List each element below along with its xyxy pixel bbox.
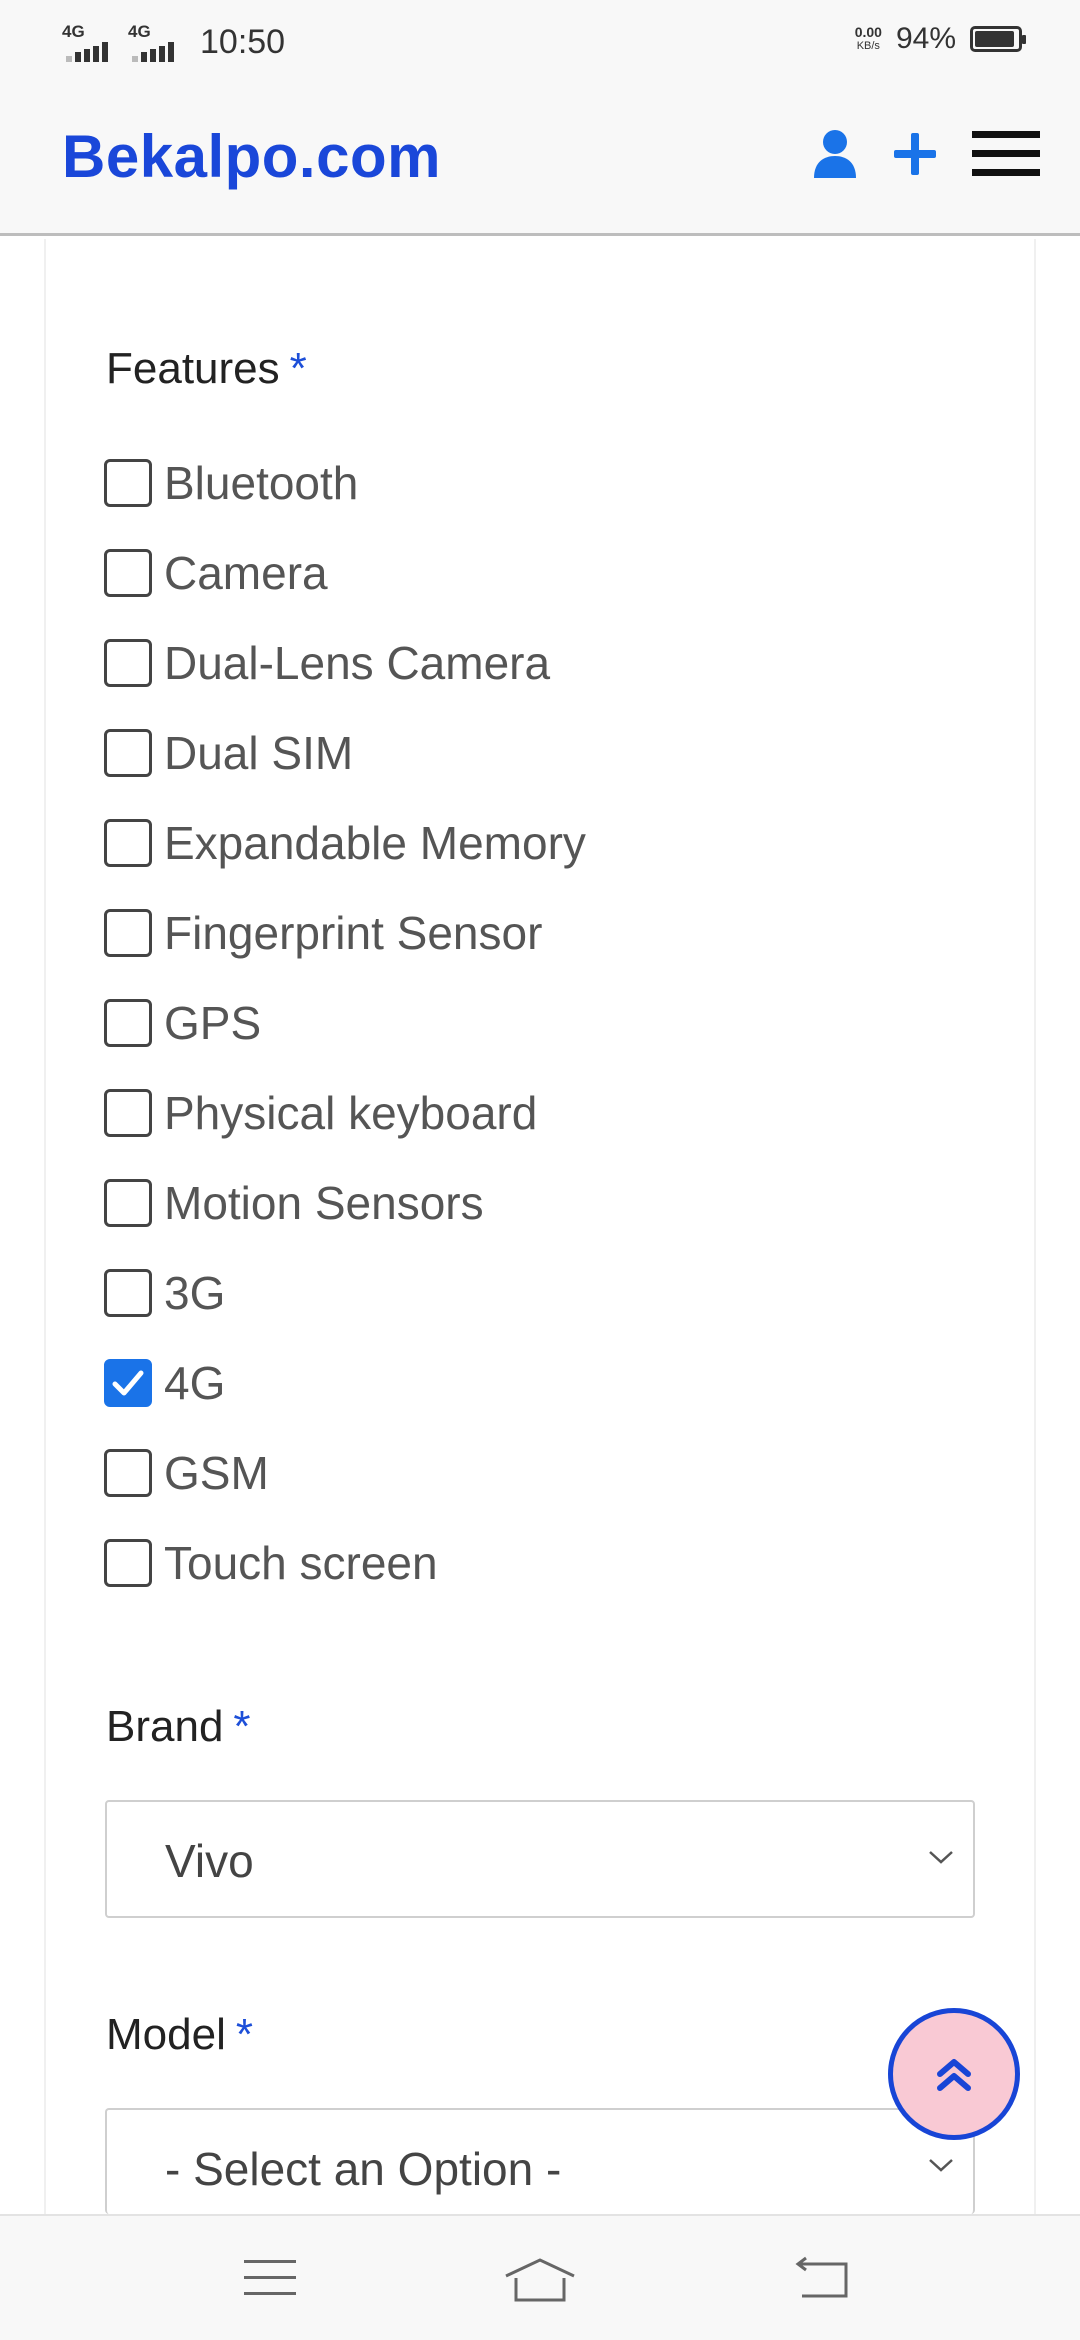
checkbox[interactable] <box>104 999 152 1047</box>
scroll-to-top-button[interactable] <box>888 2008 1020 2140</box>
feature-option[interactable]: Fingerprint Sensor <box>104 888 586 978</box>
feature-option[interactable]: Bluetooth <box>104 438 586 528</box>
signal-1-icon: 4G <box>62 22 110 62</box>
battery-fill <box>975 31 1015 47</box>
checkbox[interactable] <box>104 1449 152 1497</box>
feature-option-label: Camera <box>164 547 328 599</box>
checkbox[interactable] <box>104 1269 152 1317</box>
back-icon[interactable] <box>794 2256 850 2300</box>
chevron-down-icon <box>927 2156 955 2179</box>
feature-option-label: Fingerprint Sensor <box>164 907 543 959</box>
clock: 10:50 <box>200 22 286 61</box>
checkbox[interactable] <box>104 1179 152 1227</box>
feature-option-label: Physical keyboard <box>164 1087 538 1139</box>
battery-icon <box>970 26 1026 52</box>
site-header: Bekalpo.com <box>0 86 1080 236</box>
brand-select-value: Vivo <box>165 1835 254 1887</box>
network-type-2: 4G <box>128 22 151 41</box>
system-nav-bar <box>0 2214 1080 2340</box>
brand-select[interactable]: Vivo <box>105 1800 975 1918</box>
feature-option-label: GSM <box>164 1447 269 1499</box>
feature-option[interactable]: 4G <box>104 1338 586 1428</box>
features-label-text: Features <box>106 344 280 393</box>
header-actions <box>812 128 1040 180</box>
data-rate-unit: KB/s <box>856 40 880 52</box>
network-type-1: 4G <box>62 22 85 41</box>
data-rate-value: 0.00 <box>854 24 882 40</box>
required-mark: * <box>235 2010 253 2059</box>
feature-option[interactable]: GSM <box>104 1428 586 1518</box>
site-logo[interactable]: Bekalpo.com <box>62 122 441 191</box>
home-icon[interactable] <box>504 2256 576 2304</box>
checkbox[interactable] <box>104 819 152 867</box>
checkbox[interactable] <box>104 639 152 687</box>
required-mark: * <box>289 344 307 393</box>
user-icon[interactable] <box>812 128 858 180</box>
feature-option[interactable]: Dual SIM <box>104 708 586 798</box>
feature-option-label: Motion Sensors <box>164 1177 484 1229</box>
status-right: 0.00 KB/s 94% <box>855 22 1026 56</box>
checkbox-checked[interactable] <box>104 1359 152 1407</box>
feature-option[interactable]: GPS <box>104 978 586 1068</box>
model-label-text: Model <box>106 2010 226 2059</box>
features-label: Features * <box>106 344 307 394</box>
feature-option-label: Bluetooth <box>164 457 359 509</box>
brand-label-text: Brand <box>106 1702 224 1751</box>
feature-option[interactable]: Dual-Lens Camera <box>104 618 586 708</box>
plus-icon[interactable] <box>892 131 938 177</box>
status-left: 4G 4G 10:50 <box>62 22 285 62</box>
model-label: Model * <box>106 2010 253 2060</box>
double-chevron-up-icon <box>937 2059 971 2091</box>
checkbox[interactable] <box>104 459 152 507</box>
required-mark: * <box>233 1702 251 1751</box>
feature-option[interactable]: Expandable Memory <box>104 798 586 888</box>
chevron-down-icon <box>927 1848 955 1871</box>
checkbox[interactable] <box>104 1539 152 1587</box>
brand-label: Brand * <box>106 1702 251 1752</box>
feature-option[interactable]: Physical keyboard <box>104 1068 586 1158</box>
battery-percent: 94% <box>895 22 956 55</box>
feature-option-label: GPS <box>164 997 262 1049</box>
model-select-value: - Select an Option - <box>165 2143 562 2195</box>
checkbox[interactable] <box>104 549 152 597</box>
model-select[interactable]: - Select an Option - <box>105 2108 975 2214</box>
feature-option[interactable]: 3G <box>104 1248 586 1338</box>
feature-option-label: 3G <box>164 1267 226 1319</box>
feature-option[interactable]: Motion Sensors <box>104 1158 586 1248</box>
feature-option-label: Touch screen <box>164 1537 438 1589</box>
menu-icon[interactable] <box>244 2256 296 2300</box>
feature-option-label: Dual-Lens Camera <box>164 637 551 689</box>
feature-option[interactable]: Camera <box>104 528 586 618</box>
feature-option-label: Dual SIM <box>164 727 354 779</box>
checkbox[interactable] <box>104 1089 152 1137</box>
feature-option[interactable]: Touch screen <box>104 1518 586 1608</box>
checkmark-icon <box>112 1370 144 1396</box>
checkbox[interactable] <box>104 909 152 957</box>
status-bar: 4G 4G 10:50 0.00 KB/s 94% <box>0 0 1080 86</box>
signal-2-icon: 4G <box>128 22 176 62</box>
features-checklist: Bluetooth Camera Dual-Lens Camera Dual SIM E… <box>104 438 586 1608</box>
data-rate: 0.00 KB/s <box>855 25 882 53</box>
feature-option-label: 4G <box>164 1357 226 1409</box>
feature-option-label: Expandable Memory <box>164 817 586 869</box>
checkbox[interactable] <box>104 729 152 777</box>
hamburger-menu-icon[interactable] <box>972 129 1040 179</box>
